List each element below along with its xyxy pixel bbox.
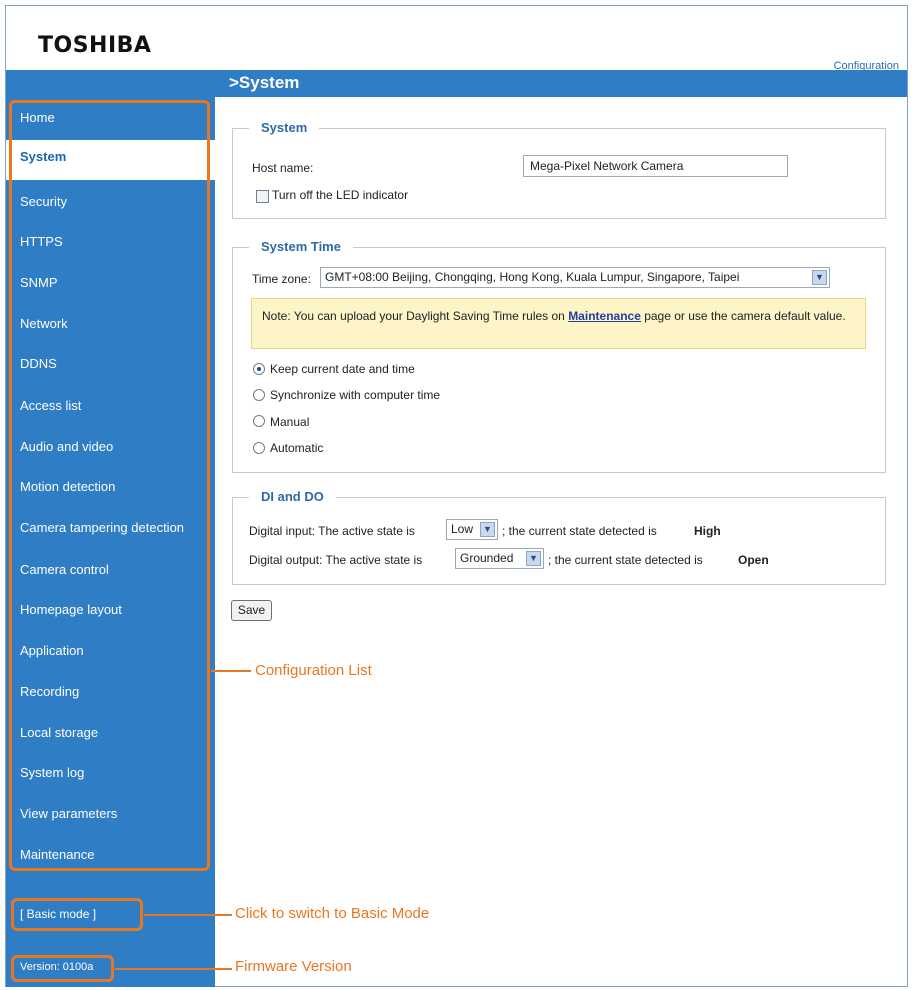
digital-output-select[interactable]: Grounded ▼	[455, 548, 544, 569]
time-zone-select[interactable]: GMT+08:00 Beijing, Chongqing, Hong Kong,…	[320, 267, 830, 288]
digital-output-value: Grounded	[460, 551, 514, 565]
di-do-section: DI and DO	[232, 489, 886, 585]
radio-keep-current-label: Keep current date and time	[270, 362, 415, 376]
dst-note: Note: You can upload your Daylight Savin…	[251, 298, 866, 349]
radio-keep-current-icon[interactable]	[253, 363, 265, 375]
maintenance-link[interactable]: Maintenance	[568, 309, 641, 323]
host-name-label: Host name:	[252, 161, 314, 175]
digital-output-state: Open	[738, 553, 769, 567]
header: TOSHIBA Configuration	[6, 6, 907, 72]
basic-mode-callout: Click to switch to Basic Mode	[235, 905, 430, 922]
config-list-highlight	[9, 100, 210, 871]
radio-sync-computer-label: Synchronize with computer time	[270, 388, 441, 402]
led-checkbox-icon[interactable]	[256, 190, 269, 203]
digital-input-mid: ; the current state detected is	[502, 524, 657, 538]
time-zone-value: GMT+08:00 Beijing, Chongqing, Hong Kong,…	[325, 270, 740, 284]
di-do-legend: DI and DO	[249, 489, 336, 504]
save-button[interactable]: Save	[231, 600, 272, 621]
firmware-callout: Firmware Version	[235, 958, 352, 975]
basic-mode-highlight	[11, 898, 143, 931]
note-prefix: Note: You can upload your Daylight Savin…	[262, 309, 569, 323]
system-time-legend: System Time	[249, 239, 353, 254]
radio-manual-label: Manual	[270, 415, 310, 429]
chevron-down-icon: ▼	[526, 551, 541, 566]
radio-automatic-label: Automatic	[270, 441, 324, 455]
basic-mode-callout-line	[144, 914, 232, 916]
digital-input-label: Digital input: The active state is	[249, 524, 415, 538]
digital-input-value: Low	[451, 522, 474, 536]
version-highlight	[11, 955, 114, 982]
chevron-down-icon: ▼	[480, 522, 495, 537]
digital-input-select[interactable]: Low ▼	[446, 519, 498, 540]
firmware-callout-line	[115, 968, 232, 970]
digital-output-mid: ; the current state detected is	[548, 553, 703, 567]
note-suffix: page or use the camera default value.	[640, 309, 846, 323]
led-checkbox-label: Turn off the LED indicator	[272, 188, 409, 202]
host-name-input[interactable]: Mega-Pixel Network Camera	[523, 155, 788, 177]
radio-automatic-icon[interactable]	[253, 442, 265, 454]
digital-output-label: Digital output: The active state is	[249, 553, 423, 567]
digital-input-state: High	[694, 524, 721, 538]
page-title-bar: >System	[215, 70, 907, 97]
system-legend: System	[249, 120, 320, 135]
radio-manual-icon[interactable]	[253, 415, 265, 427]
config-list-callout-line	[211, 670, 251, 672]
time-zone-label: Time zone:	[252, 272, 311, 286]
page-title: >System	[229, 73, 300, 92]
radio-sync-computer-icon[interactable]	[253, 389, 265, 401]
config-list-callout: Configuration List	[255, 662, 372, 679]
toshiba-logo: TOSHIBA	[38, 33, 152, 58]
chevron-down-icon: ▼	[812, 270, 827, 285]
